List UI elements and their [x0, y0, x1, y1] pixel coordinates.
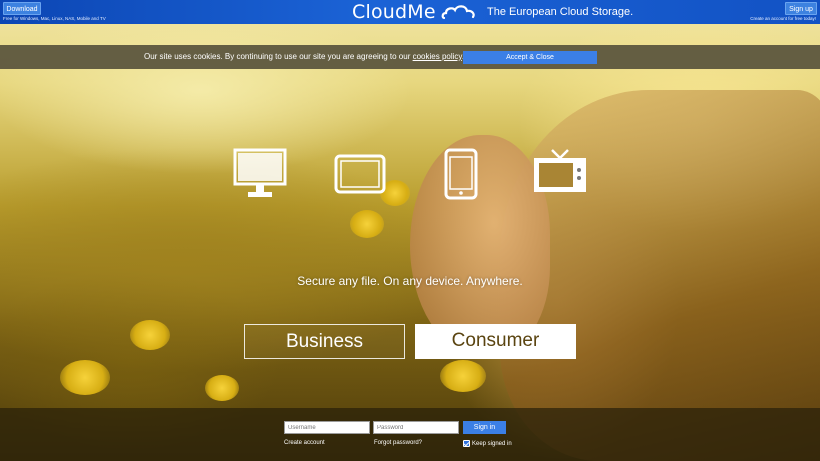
keep-signed-in[interactable]: Keep signed in — [463, 440, 512, 447]
password-input[interactable] — [373, 421, 459, 434]
signup-button[interactable]: Sign up — [785, 2, 817, 15]
keep-signed-in-checkbox[interactable] — [463, 440, 470, 447]
cookie-text-before: Our site uses cookies. By continuing to … — [144, 52, 413, 61]
tv-icon — [534, 149, 586, 192]
background-flower — [60, 360, 110, 395]
sign-in-button[interactable]: Sign in — [463, 421, 506, 434]
create-account-link[interactable]: Create account — [284, 440, 325, 446]
logo-text[interactable]: CloudMe — [352, 1, 436, 23]
background-photo — [0, 0, 820, 461]
username-input[interactable] — [284, 421, 370, 434]
header-tagline: The European Cloud Storage. — [487, 6, 634, 18]
monitor-icon — [233, 148, 287, 197]
tablet-icon — [334, 154, 386, 194]
phone-icon — [444, 148, 478, 200]
background-flower — [350, 210, 384, 238]
background-face — [410, 135, 550, 355]
background-flower — [440, 360, 486, 392]
keep-signed-in-label: Keep signed in — [472, 440, 512, 447]
accept-close-button[interactable]: Accept & Close — [463, 51, 597, 64]
cookie-banner: Our site uses cookies. By continuing to … — [0, 45, 820, 69]
download-note: Free for Windows, Mac, Linux, NAS, Mobil… — [3, 16, 106, 21]
background-flower — [205, 375, 239, 401]
cookies-policy-link[interactable]: cookies policy — [413, 52, 462, 61]
signup-note: Create an account for free today! — [750, 16, 816, 21]
forgot-password-link[interactable]: Forgot password? — [374, 440, 422, 446]
background-flower — [130, 320, 170, 350]
cookie-text: Our site uses cookies. By continuing to … — [144, 52, 464, 61]
cloud-logo-icon — [441, 5, 475, 20]
top-bar: Download Free for Windows, Mac, Linux, N… — [0, 0, 820, 24]
consumer-button[interactable]: Consumer — [415, 324, 576, 359]
business-button[interactable]: Business — [244, 324, 405, 359]
login-panel: Sign in Create account Forgot password? … — [0, 408, 820, 461]
download-button[interactable]: Download — [3, 2, 41, 15]
hero-tagline: Secure any file. On any device. Anywhere… — [297, 274, 523, 288]
